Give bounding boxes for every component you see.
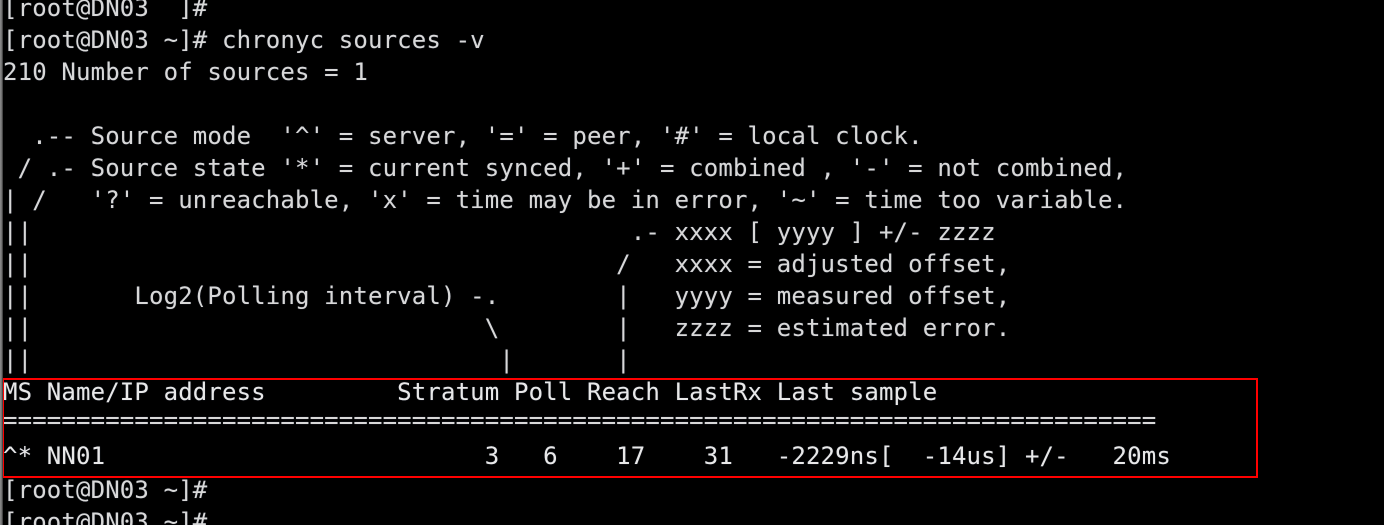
terminal-line-prompt-last-clipped: [root@DN03 ~]# xyxy=(3,508,208,525)
terminal-screen[interactable]: [root@DN03 ]# [root@DN03 ~]# chronyc sou… xyxy=(3,0,1384,525)
terminal-line-legend-zzzz: || \ | zzzz = estimated error. xyxy=(3,314,1011,342)
terminal-line-prompt-command: [root@DN03 ~]# chronyc sources -v xyxy=(3,26,485,54)
terminal-line-legend-source-state: / .- Source state '*' = current synced, … xyxy=(3,154,1128,182)
terminal-line-legend-xxxx: || / xxxx = adjusted offset, xyxy=(3,250,1011,278)
terminal-line-legend-polling-yyyy: || Log2(Polling interval) -. | yyyy = me… xyxy=(3,282,1011,310)
terminal-line-prompt-after: [root@DN03 ~]# xyxy=(3,476,208,504)
terminal-line-legend-source-mode: .-- Source mode '^' = server, '=' = peer… xyxy=(3,122,923,150)
terminal-line-prompt-top-clipped: [root@DN03 ]# xyxy=(3,0,208,22)
terminal-line-legend-art-bars: || | | xyxy=(3,346,631,374)
window-left-border xyxy=(0,0,3,525)
terminal-window[interactable]: [root@DN03 ]# [root@DN03 ~]# chronyc sou… xyxy=(0,0,1384,525)
terminal-line-sources-count: 210 Number of sources = 1 xyxy=(3,58,368,86)
table-separator-row: ========================================… xyxy=(3,406,1157,434)
table-row: ^* NN01 3 6 17 31 -2229ns[ -14us] +/- 20… xyxy=(3,442,1171,470)
terminal-line-legend-unreachable: | / '?' = unreachable, 'x' = time may be… xyxy=(3,186,1128,214)
terminal-line-legend-xyz-head: || .- xxxx [ yyyy ] +/- zzzz xyxy=(3,218,996,246)
